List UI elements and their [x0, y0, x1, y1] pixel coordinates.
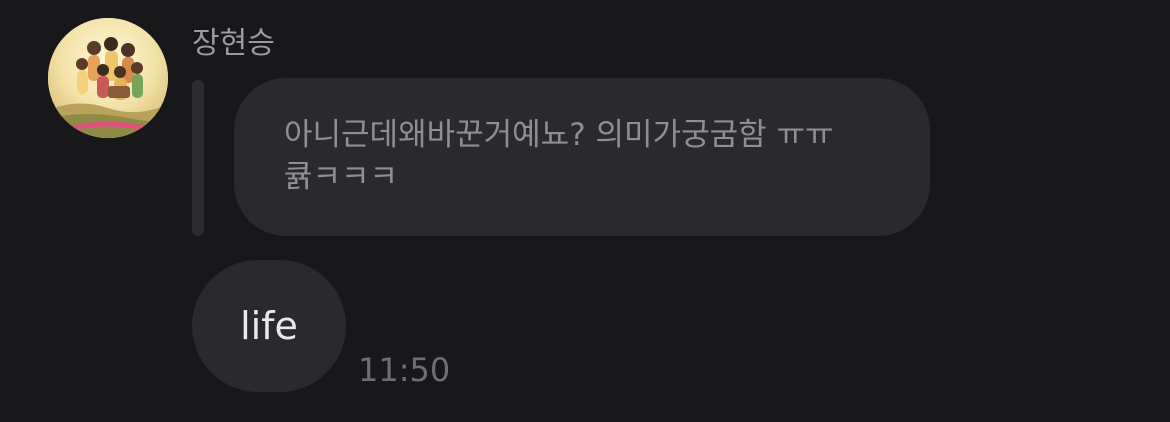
quoted-message-bubble[interactable]: 아니근데왜바꾼거예뇨? 의미가궁굼함 ㅠㅠ 큙ㅋㅋㅋ — [234, 78, 930, 236]
sender-name: 장현승 — [192, 26, 275, 61]
chat-view: 장현승 아니근데왜바꾼거예뇨? 의미가궁굼함 ㅠㅠ 큙ㅋㅋㅋ life 11:5… — [0, 0, 1170, 422]
avatar-image — [48, 18, 168, 138]
message-text: life — [240, 304, 298, 348]
avatar[interactable] — [48, 18, 168, 138]
reply-indicator-bar — [192, 80, 204, 236]
message-timestamp: 11:50 — [358, 351, 451, 389]
quoted-message-text: 아니근데왜바꾼거예뇨? 의미가궁굼함 ㅠㅠ 큙ㅋㅋㅋ — [284, 117, 834, 195]
message-bubble[interactable]: life — [192, 260, 346, 392]
